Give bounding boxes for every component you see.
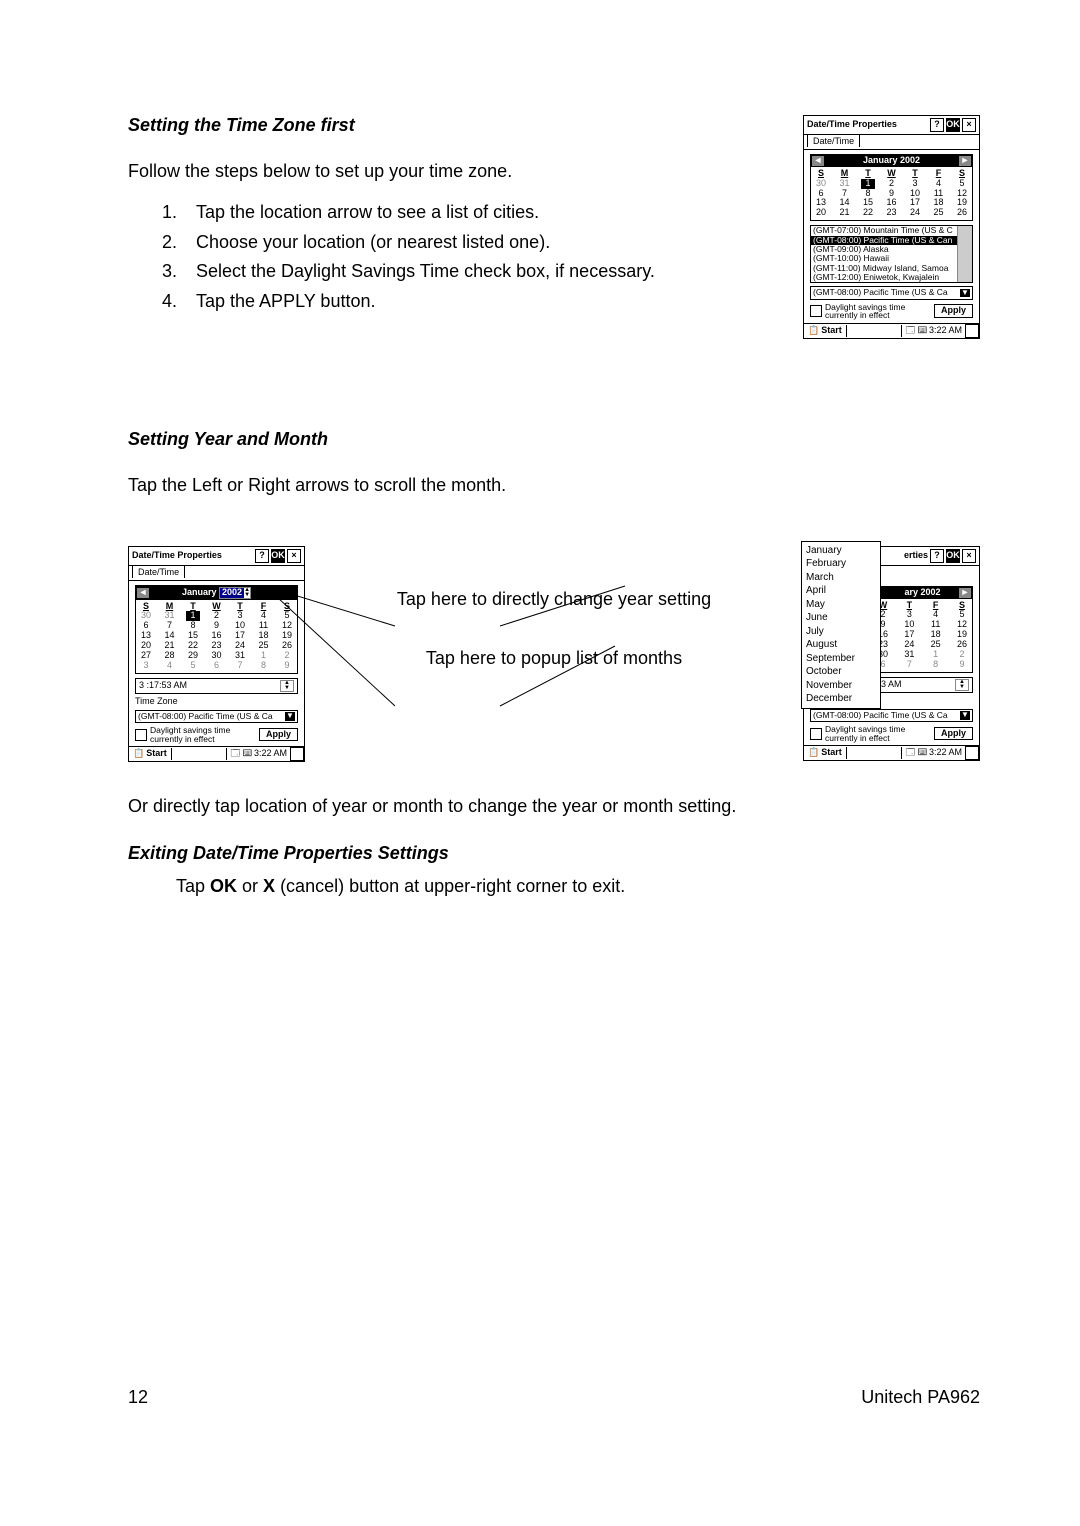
pda-screenshot-timezone: Date/Time Properties ? OK × Date/Time ◄ … (803, 115, 980, 339)
timezone-heading: Time Zone (135, 697, 298, 707)
dst-label: Daylight savings time currently in effec… (825, 303, 931, 320)
close-button[interactable]: × (287, 549, 301, 563)
month-item[interactable]: July (806, 625, 876, 639)
annotation-year: Tap here to directly change year setting (335, 588, 773, 611)
heading-year-month: Setting Year and Month (128, 429, 980, 450)
timezone-list[interactable]: (GMT-07:00) Mountain Time (US & C (GMT-0… (810, 225, 973, 283)
prev-month-icon[interactable]: ◄ (812, 156, 824, 166)
apply-button[interactable]: Apply (259, 728, 298, 742)
tab-datetime[interactable]: Date/Time (132, 565, 185, 578)
month-item[interactable]: September (806, 652, 876, 666)
chevron-down-icon[interactable]: ▼ (960, 289, 970, 298)
sip-icon[interactable] (965, 746, 979, 760)
month-item[interactable]: May (806, 598, 876, 612)
calendar: ◄ January 2002 ► SMTWTFS 303112345 67891… (810, 154, 973, 221)
timezone-select[interactable]: (GMT-08:00) Pacific Time (US & Ca▼ (810, 286, 973, 299)
close-button[interactable]: × (962, 118, 976, 132)
month-item[interactable]: November (806, 679, 876, 693)
sip-icon[interactable] (965, 324, 979, 338)
year-spinner[interactable]: 2002▲▼ (219, 587, 251, 599)
start-button[interactable]: 📋Start (804, 747, 847, 759)
pda-screenshot-year: Date/Time Properties ? OK × Date/Time ◄ … (128, 546, 305, 762)
ok-button[interactable]: OK (946, 118, 960, 132)
month-item[interactable]: December (806, 692, 876, 706)
month-item[interactable]: January (806, 544, 876, 558)
heading-exit: Exiting Date/Time Properties Settings (128, 843, 980, 864)
help-button[interactable]: ? (930, 549, 944, 563)
dst-checkbox[interactable] (135, 729, 147, 741)
month-item[interactable]: April (806, 584, 876, 598)
apply-button[interactable]: Apply (934, 727, 973, 741)
time-field[interactable]: 3 :17:53 AM▲▼ (135, 678, 298, 694)
close-button[interactable]: × (962, 549, 976, 563)
ok-button[interactable]: OK (946, 549, 960, 563)
scrollbar-icon[interactable] (957, 226, 972, 282)
start-button[interactable]: 📋Start (804, 325, 847, 337)
timezone-select[interactable]: (GMT-08:00) Pacific Time (US & Ca▼ (810, 709, 973, 722)
window-title: Date/Time Properties (807, 120, 928, 130)
annotation-month: Tap here to popup list of months (335, 647, 773, 670)
exit-instructions: Tap OK or X (cancel) button at upper-rig… (176, 876, 980, 897)
heading-time-zone: Setting the Time Zone first (128, 115, 789, 136)
intro-text: Follow the steps below to set up your ti… (128, 158, 789, 184)
month-item[interactable]: June (806, 611, 876, 625)
month-popup[interactable]: January February March April May June Ju… (801, 541, 881, 709)
system-tray: 🗔 ⌨ 3:22 AM (901, 325, 965, 337)
start-button[interactable]: 📋Start (129, 748, 172, 760)
ok-button[interactable]: OK (271, 549, 285, 563)
next-month-icon[interactable]: ► (959, 156, 971, 166)
apply-button[interactable]: Apply (934, 304, 973, 318)
dst-checkbox[interactable] (810, 728, 822, 740)
help-button[interactable]: ? (930, 118, 944, 132)
time-spinner[interactable]: ▲▼ (280, 680, 294, 692)
yearmonth-intro: Tap the Left or Right arrows to scroll t… (128, 472, 980, 498)
month-item[interactable]: February (806, 557, 876, 571)
tab-datetime[interactable]: Date/Time (807, 134, 860, 147)
dst-checkbox[interactable] (810, 305, 822, 317)
page-number: 12 (128, 1387, 148, 1408)
prev-month-icon[interactable]: ◄ (137, 588, 149, 598)
month-year-label[interactable]: January 2002 (863, 156, 920, 166)
time-field[interactable]: 53 AM▲▼ (872, 677, 973, 693)
product-name: Unitech PA962 (861, 1387, 980, 1408)
month-label[interactable]: January (182, 588, 217, 598)
steps-list: 1.Tap the location arrow to see a list o… (128, 198, 789, 317)
body-direct-tap: Or directly tap location of year or mont… (128, 796, 980, 817)
month-item[interactable]: March (806, 571, 876, 585)
next-month-icon[interactable]: ► (959, 588, 971, 598)
month-item[interactable]: August (806, 638, 876, 652)
month-item[interactable]: October (806, 665, 876, 679)
sip-icon[interactable] (290, 747, 304, 761)
timezone-select[interactable]: (GMT-08:00) Pacific Time (US & Ca▼ (135, 710, 298, 723)
help-button[interactable]: ? (255, 549, 269, 563)
